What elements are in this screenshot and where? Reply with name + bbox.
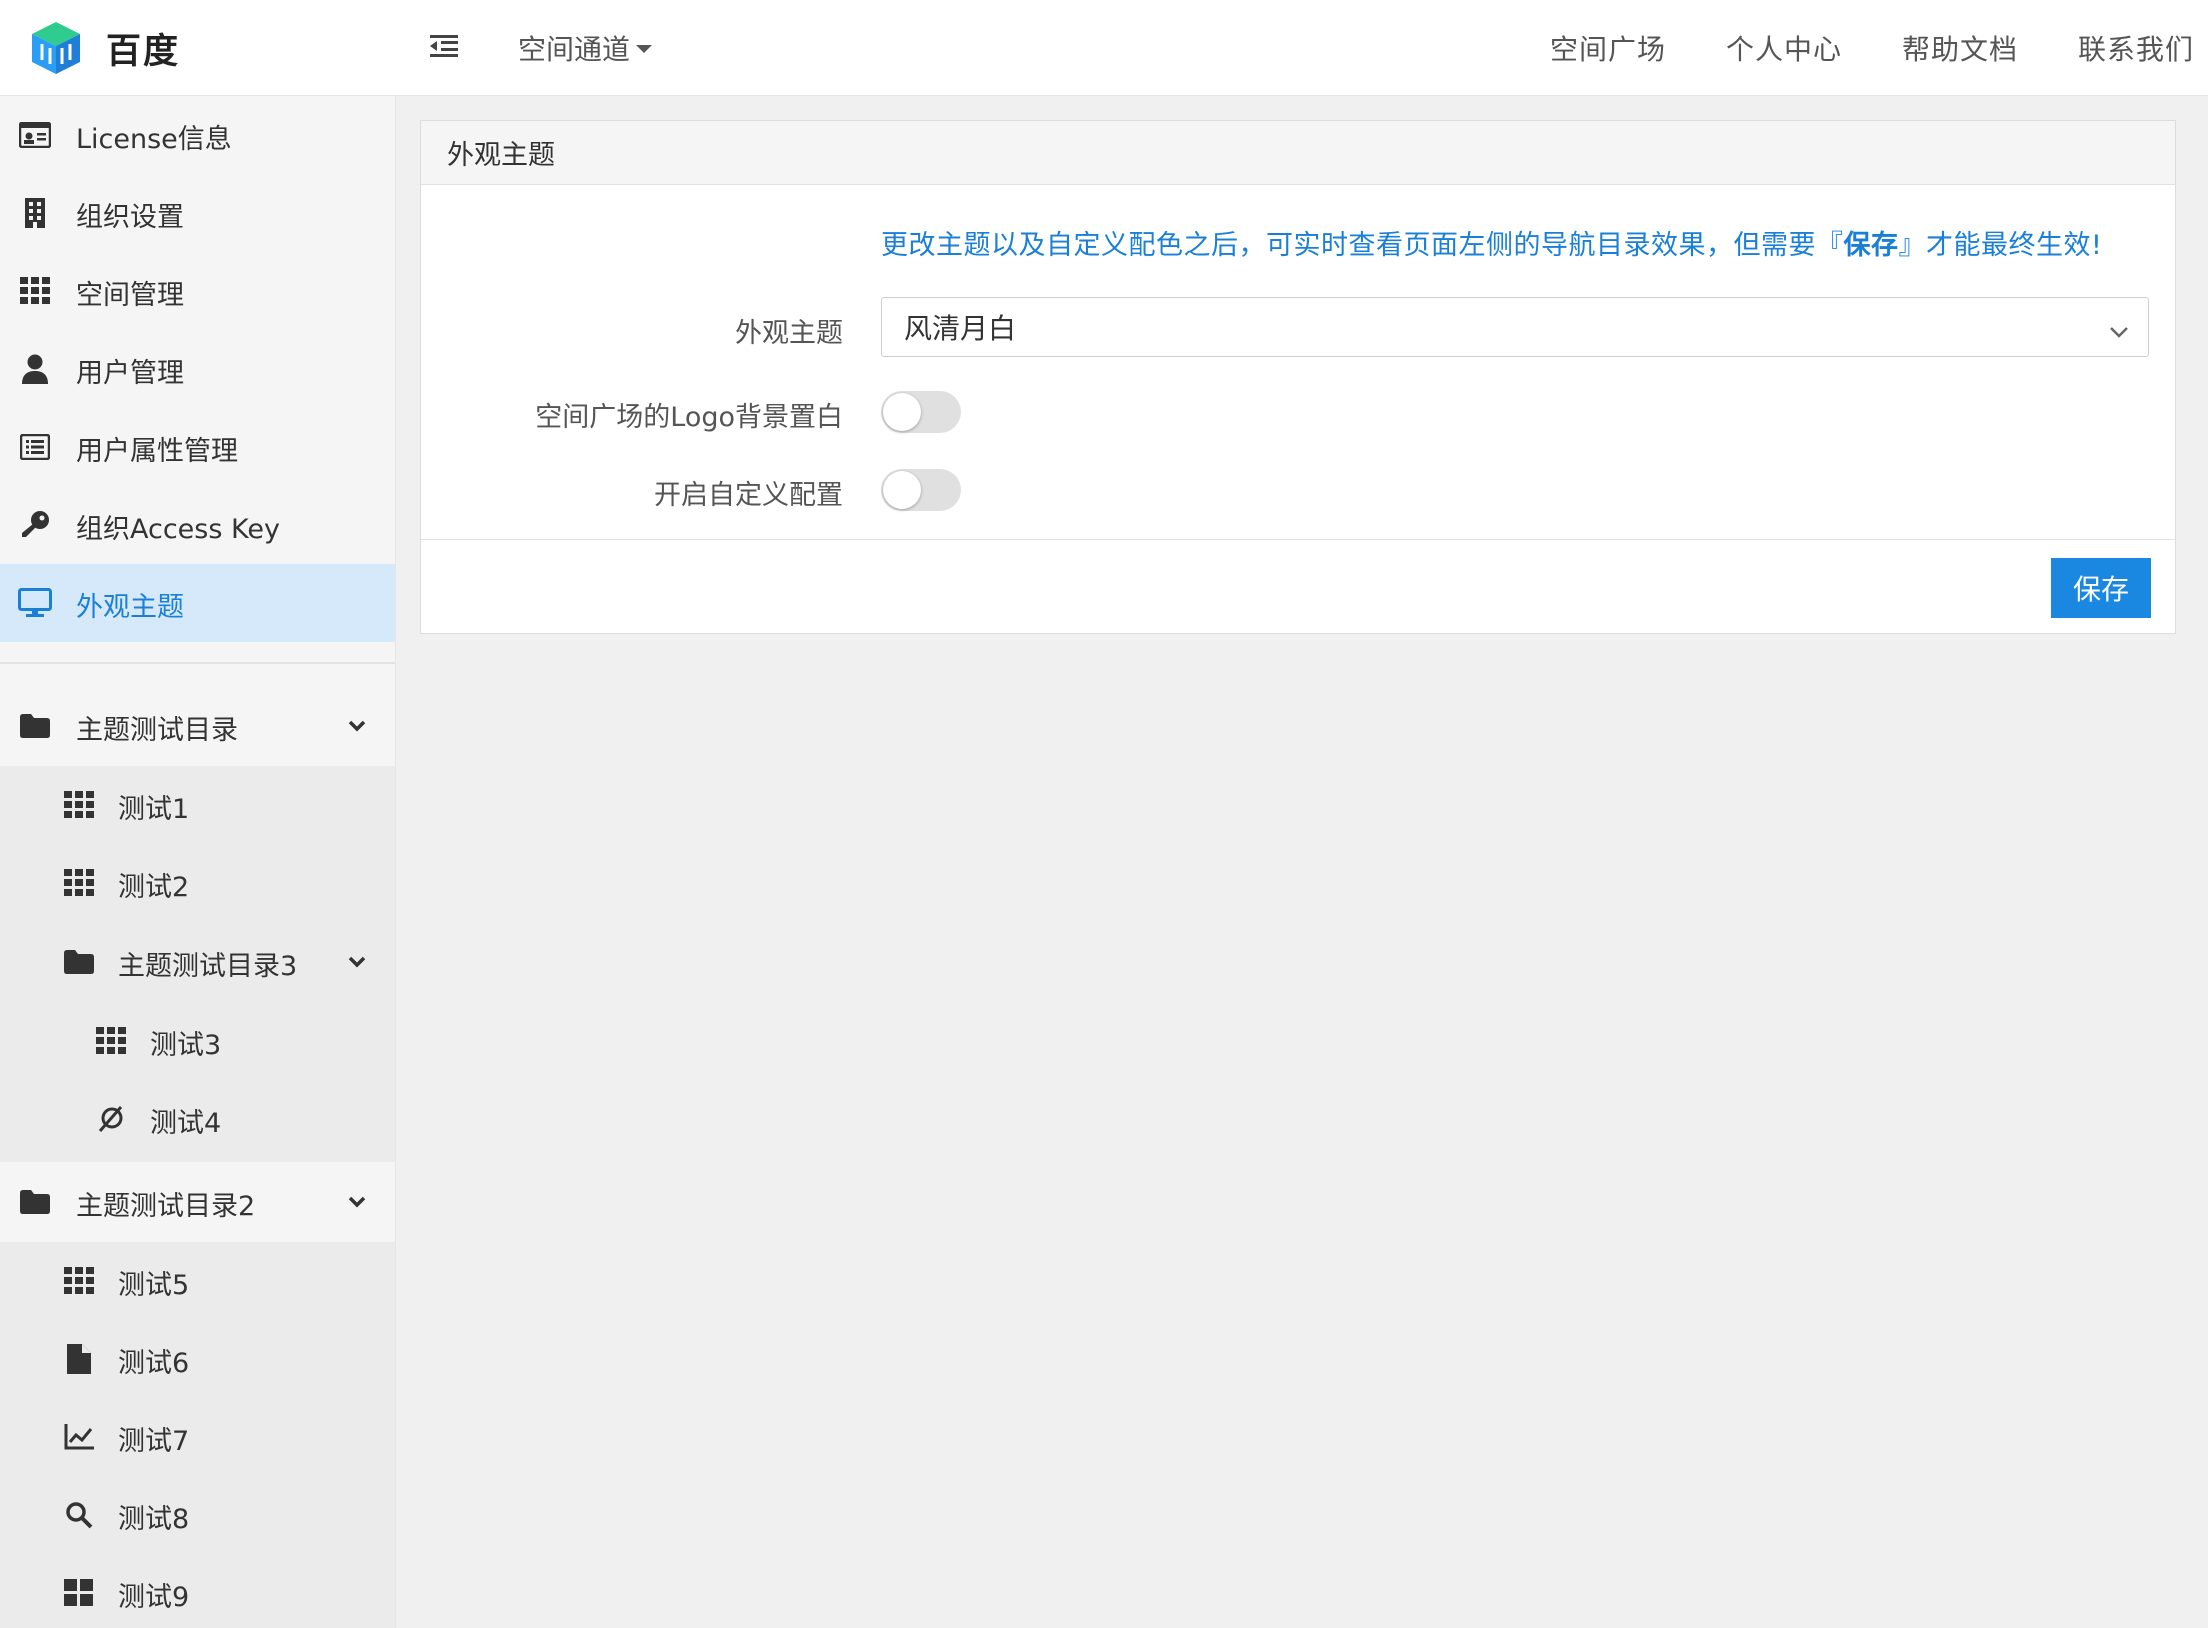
search-icon xyxy=(62,1498,96,1532)
sidebar-item-user-management[interactable]: 用户管理 xyxy=(0,330,395,408)
tree-item-test2[interactable]: 测试2 xyxy=(0,844,395,922)
tree-item-label: 测试8 xyxy=(118,1504,190,1535)
tree-item-label: 主题测试目录2 xyxy=(76,1191,256,1222)
save-notice: 更改主题以及自定义配色之后，可实时查看页面左侧的导航目录效果，但需要『保存』才能… xyxy=(881,223,2102,262)
theme-field-label: 外观主题 xyxy=(735,318,843,349)
theme-select[interactable]: 风清月白 xyxy=(881,297,2149,357)
sidebar-item-appearance-theme[interactable]: 外观主题 xyxy=(0,564,395,642)
theme-select-value: 风清月白 xyxy=(904,312,1017,345)
chevron-down-icon[interactable] xyxy=(346,951,368,973)
tree-item-test4[interactable]: 测试4 xyxy=(0,1080,395,1158)
notice-text-bold: 保存 xyxy=(1843,230,1899,261)
orbit-icon xyxy=(94,1102,128,1136)
tree-item-test5[interactable]: 测试5 xyxy=(0,1242,395,1320)
tree-folder-theme-test-3[interactable]: 主题测试目录3 xyxy=(0,922,395,1002)
chevron-down-icon[interactable] xyxy=(346,715,368,737)
tree-folder-theme-test[interactable]: 主题测试目录 xyxy=(0,686,395,766)
tree-item-label: 测试4 xyxy=(150,1108,222,1139)
outdent-icon xyxy=(430,34,458,62)
chevron-down-icon xyxy=(2108,317,2130,350)
sidebar-item-space-management[interactable]: 空间管理 xyxy=(0,252,395,330)
sidebar-item-label: 用户管理 xyxy=(76,358,184,389)
key-icon xyxy=(18,508,52,542)
tree-folder-theme-test-2[interactable]: 主题测试目录2 xyxy=(0,1162,395,1242)
top-nav: 空间广场 个人中心 帮助文档 联系我们 xyxy=(1490,0,2194,96)
save-button[interactable]: 保存 xyxy=(2051,558,2151,618)
panel-title: 外观主题 xyxy=(421,121,2175,185)
tree-item-label: 测试6 xyxy=(118,1348,190,1379)
file-icon xyxy=(62,1342,96,1376)
grid-icon xyxy=(62,788,96,822)
sidebar-item-org-settings[interactable]: 组织设置 xyxy=(0,174,395,252)
tree-item-label: 测试7 xyxy=(118,1426,190,1457)
folder-icon xyxy=(62,945,96,979)
panel-footer: 保存 xyxy=(421,539,2175,633)
sidebar-item-user-attributes[interactable]: 用户属性管理 xyxy=(0,408,395,486)
grid-icon xyxy=(94,1024,128,1058)
folder-icon xyxy=(18,709,52,743)
channel-label: 空间通道 xyxy=(518,33,631,66)
sidebar-item-access-key[interactable]: 组织Access Key xyxy=(0,486,395,564)
custom-config-label: 开启自定义配置 xyxy=(654,480,843,511)
tree-item-label: 测试2 xyxy=(118,872,190,903)
grid-icon xyxy=(62,1264,96,1298)
th-large-icon xyxy=(62,1576,96,1610)
grid-icon xyxy=(18,274,52,308)
sidebar: License信息 组织设置 空间管理 用户管理 用户属性管理 组织Access… xyxy=(0,96,396,1628)
tree-item-label: 测试5 xyxy=(118,1270,190,1301)
notice-text-before: 更改主题以及自定义配色之后，可实时查看页面左侧的导航目录效果，但需要『 xyxy=(881,230,1844,261)
tree-item-test6[interactable]: 测试6 xyxy=(0,1320,395,1398)
cube-logo-icon xyxy=(26,18,86,78)
nav-personal-center[interactable]: 个人中心 xyxy=(1726,28,1842,68)
tree-item-test9[interactable]: 测试9 xyxy=(0,1554,395,1628)
toggle-knob xyxy=(883,393,921,431)
list-icon xyxy=(18,430,52,464)
sidebar-item-label: 外观主题 xyxy=(76,592,184,623)
tree-item-test8[interactable]: 测试8 xyxy=(0,1476,395,1554)
channel-dropdown[interactable]: 空间通道 xyxy=(518,24,653,72)
appearance-theme-panel: 外观主题 更改主题以及自定义配色之后，可实时查看页面左侧的导航目录效果，但需要『… xyxy=(420,120,2176,634)
tree-item-label: 主题测试目录 xyxy=(76,715,238,746)
top-bar: 百度 空间通道 空间广场 个人中心 帮助文档 联系我们 xyxy=(0,0,2208,96)
brand-name: 百度 xyxy=(106,31,181,72)
custom-config-toggle[interactable] xyxy=(881,469,961,511)
sidebar-item-label: 组织Access Key xyxy=(76,514,280,545)
tree-item-test1[interactable]: 测试1 xyxy=(0,766,395,844)
tree-item-test3[interactable]: 测试3 xyxy=(0,1002,395,1080)
monitor-icon xyxy=(18,586,52,620)
folder-icon xyxy=(18,1185,52,1219)
nav-contact-us[interactable]: 联系我们 xyxy=(2078,28,2194,68)
grid-icon xyxy=(62,866,96,900)
sidebar-item-label: 空间管理 xyxy=(76,280,184,311)
toggle-knob xyxy=(883,471,921,509)
tree-item-label: 测试1 xyxy=(118,794,190,825)
caret-down-icon xyxy=(636,45,653,53)
logo-bg-white-label: 空间广场的Logo背景置白 xyxy=(535,402,843,433)
sidebar-divider xyxy=(0,662,395,664)
sidebar-item-license[interactable]: License信息 xyxy=(0,96,395,174)
brand[interactable]: 百度 xyxy=(0,0,396,96)
sidebar-toggle-button[interactable] xyxy=(424,28,464,68)
user-icon xyxy=(18,352,52,386)
building-icon xyxy=(18,196,52,230)
tree-item-label: 测试9 xyxy=(118,1582,190,1613)
tree-item-label: 主题测试目录3 xyxy=(118,951,298,982)
nav-space-plaza[interactable]: 空间广场 xyxy=(1550,28,1666,68)
sidebar-item-label: License信息 xyxy=(76,124,232,155)
tree-item-label: 测试3 xyxy=(150,1030,222,1061)
sidebar-item-label: 用户属性管理 xyxy=(76,436,238,467)
tree-item-test7[interactable]: 测试7 xyxy=(0,1398,395,1476)
notice-text-after: 』才能最终生效! xyxy=(1898,230,2103,261)
sidebar-item-label: 组织设置 xyxy=(76,202,184,233)
nav-help-docs[interactable]: 帮助文档 xyxy=(1902,28,2018,68)
logo-bg-white-toggle[interactable] xyxy=(881,391,961,433)
chevron-down-icon[interactable] xyxy=(346,1191,368,1213)
line-chart-icon xyxy=(62,1420,96,1454)
id-card-icon xyxy=(18,118,52,152)
